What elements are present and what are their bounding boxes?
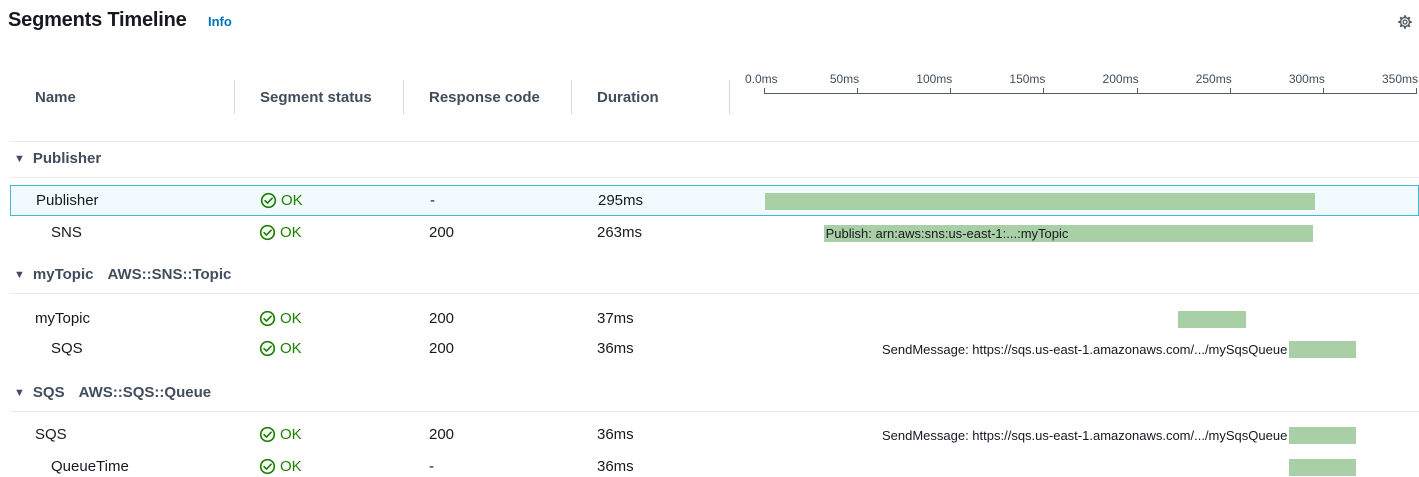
segment-row[interactable]: SNS OK 200 263ms Publish: arn:aws:sns:us-eas… bbox=[10, 218, 1419, 249]
timeline-bar[interactable] bbox=[1177, 311, 1247, 328]
check-circle-icon bbox=[259, 310, 276, 327]
segment-status: OK bbox=[259, 224, 302, 241]
segment-status: OK bbox=[259, 458, 302, 475]
axis-tick-label: 300ms bbox=[1288, 72, 1325, 86]
status-text: OK bbox=[280, 458, 302, 475]
column-divider[interactable] bbox=[729, 80, 730, 114]
segment-duration: 263ms bbox=[597, 224, 643, 241]
timeline-bar-label: Publish: arn:aws:sns:us-east-1:...:myTop… bbox=[825, 226, 1069, 241]
caret-down-icon[interactable]: ▼ bbox=[14, 153, 25, 165]
check-circle-icon bbox=[259, 340, 276, 357]
check-circle-icon bbox=[259, 224, 276, 241]
info-link[interactable]: Info bbox=[208, 14, 232, 29]
column-divider[interactable] bbox=[571, 80, 572, 114]
group-header-sqs[interactable]: ▼ SQS AWS::SQS::Queue bbox=[14, 384, 211, 401]
column-header-name[interactable]: Name bbox=[35, 89, 76, 106]
response-code: 200 bbox=[429, 426, 455, 443]
segment-row[interactable]: SQS OK 200 36ms SendMessage: https://sqs.us-… bbox=[10, 334, 1419, 365]
axis-tick-label: 200ms bbox=[1102, 72, 1139, 86]
column-divider[interactable] bbox=[403, 80, 404, 114]
response-code: 200 bbox=[429, 224, 455, 241]
axis-tick bbox=[1229, 88, 1231, 94]
axis-tick bbox=[950, 88, 952, 94]
status-text: OK bbox=[280, 426, 302, 443]
page-title: Segments Timeline bbox=[8, 9, 187, 31]
axis-line bbox=[764, 93, 1416, 94]
response-code: 200 bbox=[429, 310, 455, 327]
axis-tick bbox=[1322, 88, 1324, 94]
axis-tick-label: 0.0ms bbox=[745, 72, 778, 86]
group-name: SQS bbox=[32, 384, 65, 401]
segment-duration: 37ms bbox=[597, 310, 634, 327]
check-circle-icon bbox=[260, 192, 277, 209]
group-name: Publisher bbox=[32, 150, 102, 167]
divider bbox=[10, 293, 1419, 294]
group-header-publisher[interactable]: ▼ Publisher bbox=[14, 150, 101, 167]
axis-tick bbox=[1136, 88, 1138, 94]
segment-row[interactable]: QueueTime OK - 36ms bbox=[10, 452, 1419, 477]
segment-status: OK bbox=[260, 192, 303, 209]
response-code: 200 bbox=[429, 340, 455, 357]
segment-name: QueueTime bbox=[51, 458, 129, 475]
segment-duration: 36ms bbox=[597, 340, 634, 357]
status-text: OK bbox=[280, 224, 302, 241]
axis-tick-label: 50ms bbox=[829, 72, 860, 86]
caret-down-icon[interactable]: ▼ bbox=[14, 269, 25, 281]
segment-duration: 36ms bbox=[597, 426, 634, 443]
segment-status: OK bbox=[259, 340, 302, 357]
column-divider[interactable] bbox=[234, 80, 235, 114]
status-text: OK bbox=[280, 340, 302, 357]
segment-row[interactable]: myTopic OK 200 37ms bbox=[10, 304, 1419, 335]
check-circle-icon bbox=[259, 458, 276, 475]
segment-name: Publisher bbox=[36, 192, 99, 209]
segment-row[interactable]: Publisher OK - 295ms bbox=[10, 185, 1419, 216]
segment-status: OK bbox=[259, 426, 302, 443]
group-name: myTopic bbox=[32, 266, 94, 283]
axis-tick bbox=[1043, 88, 1045, 94]
axis-tick-label: 350ms bbox=[1381, 72, 1418, 86]
segment-name: myTopic bbox=[35, 310, 91, 327]
axis-tick-label: 150ms bbox=[1009, 72, 1046, 86]
divider bbox=[10, 141, 1419, 142]
caret-down-icon[interactable]: ▼ bbox=[14, 387, 25, 399]
status-text: OK bbox=[280, 310, 302, 327]
response-code: - bbox=[429, 458, 434, 475]
response-code: - bbox=[430, 192, 435, 209]
segment-name: SNS bbox=[51, 224, 82, 241]
timeline-bar[interactable] bbox=[1289, 341, 1357, 358]
timeline-bar-label: SendMessage: https://sqs.us-east-1.amazo… bbox=[881, 342, 1288, 357]
timeline-bar[interactable] bbox=[765, 193, 1315, 210]
axis-tick-label: 250ms bbox=[1195, 72, 1232, 86]
divider bbox=[10, 411, 1419, 412]
timeline-bar[interactable] bbox=[1289, 427, 1357, 444]
group-header-mytopic[interactable]: ▼ myTopic AWS::SNS::Topic bbox=[14, 266, 231, 283]
timeline-axis: 0.0ms 50ms 100ms 150ms 200ms 250ms 300ms 350ms bbox=[745, 72, 1418, 102]
segment-name: SQS bbox=[35, 426, 67, 443]
segment-duration: 295ms bbox=[598, 192, 644, 209]
group-type: AWS::SQS::Queue bbox=[78, 384, 212, 401]
axis-tick-label: 100ms bbox=[916, 72, 953, 86]
group-type: AWS::SNS::Topic bbox=[107, 266, 232, 283]
segment-duration: 36ms bbox=[597, 458, 634, 475]
segment-name: SQS bbox=[51, 340, 83, 357]
status-text: OK bbox=[281, 192, 303, 209]
axis-tick bbox=[857, 88, 859, 94]
check-circle-icon bbox=[259, 426, 276, 443]
axis-tick bbox=[764, 88, 765, 94]
axis-tick bbox=[1416, 88, 1417, 94]
timeline-bar[interactable] bbox=[1289, 459, 1357, 476]
gear-icon[interactable] bbox=[1396, 13, 1414, 31]
column-header-response[interactable]: Response code bbox=[429, 89, 540, 106]
segment-row[interactable]: SQS OK 200 36ms SendMessage: https://sqs.us-… bbox=[10, 420, 1419, 451]
segment-status: OK bbox=[259, 310, 302, 327]
timeline-bar-label: SendMessage: https://sqs.us-east-1.amazo… bbox=[881, 428, 1288, 443]
column-header-status[interactable]: Segment status bbox=[260, 89, 372, 106]
column-header-duration[interactable]: Duration bbox=[597, 89, 659, 106]
divider bbox=[10, 177, 1419, 178]
